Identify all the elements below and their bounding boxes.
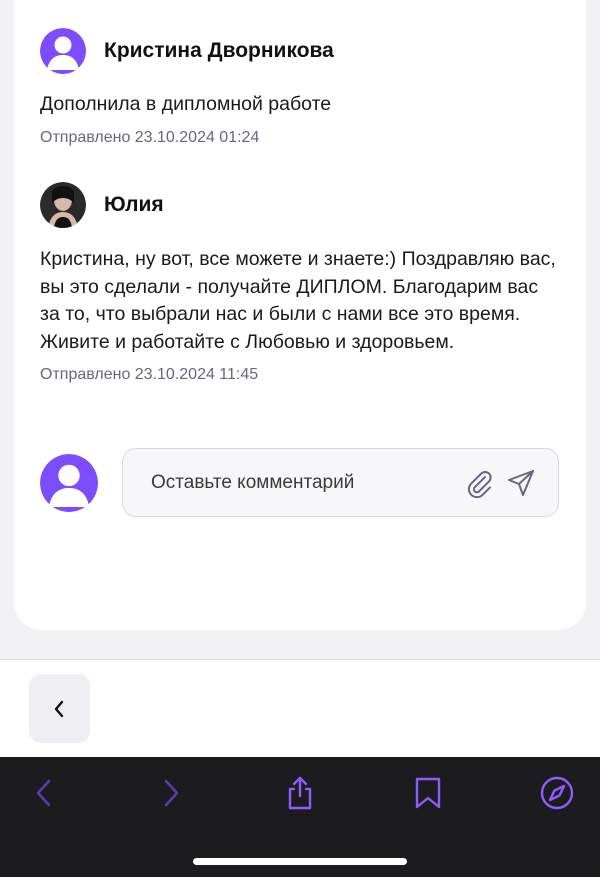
comment-header: Кристина Дворникова <box>40 28 560 74</box>
comment-timestamp: Отправлено 23.10.2024 11:45 <box>40 366 259 383</box>
back-arrow-icon[interactable] <box>26 775 62 811</box>
current-user-avatar <box>40 454 98 512</box>
page-bottom-bar <box>0 660 600 757</box>
paperclip-icon[interactable] <box>463 468 495 500</box>
comment-author: Кристина Дворникова <box>104 39 334 62</box>
comment-text: Кристина, ну вот, все можете и знаете:) … <box>40 248 556 353</box>
compass-icon[interactable] <box>539 775 575 811</box>
comment-item: Юлия Кристина, ну вот, все можете и знае… <box>40 182 560 384</box>
comment-author: Юлия <box>104 193 164 216</box>
share-icon[interactable] <box>282 775 318 811</box>
chevron-left-icon <box>54 700 63 717</box>
comment-input-box <box>122 448 559 517</box>
forward-arrow-icon[interactable] <box>153 775 189 811</box>
user-photo-avatar <box>40 182 86 228</box>
bookmark-icon[interactable] <box>410 775 446 811</box>
comment-item: Кристина Дворникова Дополнила в дипломно… <box>40 28 560 147</box>
default-user-avatar <box>40 28 86 74</box>
comment-text: Дополнила в дипломной работе <box>40 93 332 115</box>
comment-composer <box>40 448 560 518</box>
comments-card: Кристина Дворникова Дополнила в дипломно… <box>14 0 586 630</box>
browser-toolbar <box>0 757 600 877</box>
back-button[interactable] <box>29 674 90 743</box>
home-indicator <box>193 858 407 865</box>
comment-input[interactable] <box>151 469 451 497</box>
send-icon[interactable] <box>505 467 537 499</box>
comment-header: Юлия <box>40 182 560 228</box>
comment-timestamp: Отправлено 23.10.2024 01:24 <box>40 128 260 146</box>
